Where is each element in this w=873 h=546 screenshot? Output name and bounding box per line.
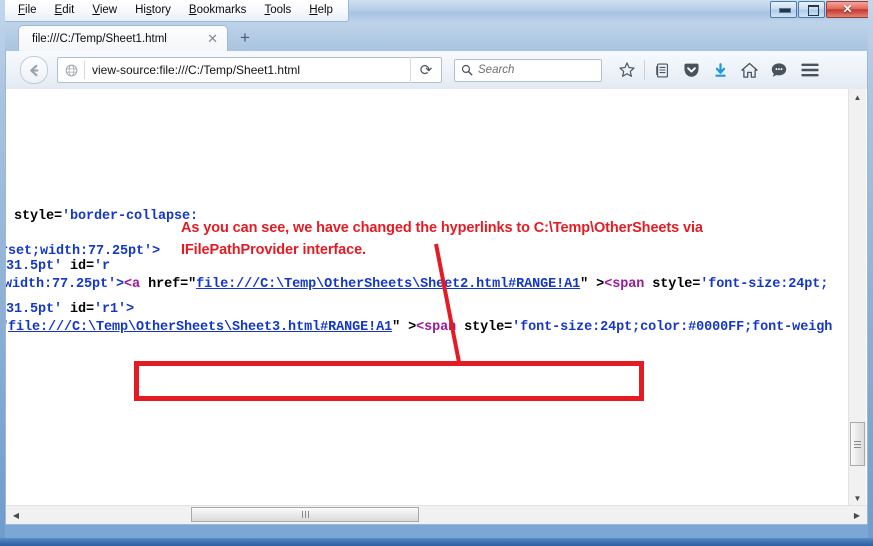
source-token: style= [464,320,512,335]
menu-item-history[interactable]: History [126,1,180,20]
toolbar-icon-group [612,55,827,85]
source-token: <span [416,320,464,335]
annotation-line-2: IFilePathProvider interface. [181,239,821,261]
window-left-border [0,0,5,546]
annotation-callout-text: As you can see, we have changed the hype… [181,217,821,261]
source-token: 'font-size:24pt;color:#0000FF;font-weigh [512,320,832,335]
scroll-up-button[interactable]: ▲ [849,89,866,106]
search-icon [461,64,473,76]
source-line: rset;width:77.25pt'> [6,244,160,259]
menu-item-edit[interactable]: Edit [46,1,84,20]
source-line: :31.5pt' id='r1'> [6,302,134,317]
source-token: style= [652,277,700,292]
menu-hamburger-icon[interactable] [793,55,827,85]
menu-item-help[interactable]: Help [300,1,342,20]
close-button[interactable]: ✕ [826,1,869,18]
minimize-icon [779,8,791,13]
source-token: style= [14,209,62,224]
menu-bar: FileEditViewHistoryBookmarksToolsHelp [5,0,349,22]
view-source-text: style='border-collapse:rset;width:77.25p… [6,89,851,507]
globe-icon [65,64,78,77]
source-token: id= [70,302,94,317]
source-line: ;width:77.25pt'><a href="file:///C:\Temp… [6,277,828,292]
vertical-scrollbar-thumb[interactable] [850,422,865,466]
home-icon[interactable] [735,55,764,85]
search-input-placeholder: Search [478,64,514,76]
tab-close-icon[interactable]: ✕ [207,33,218,45]
annotation-line-1: As you can see, we have changed the hype… [181,217,821,239]
menu-item-view[interactable]: View [83,1,126,20]
scrollbar-grip [854,439,861,450]
source-line: :31.5pt' id='r [6,259,110,274]
browser-window: FileEditViewHistoryBookmarksToolsHelp ✕ … [0,0,873,546]
maximize-button[interactable] [798,1,825,18]
pocket-icon[interactable] [677,55,706,85]
horizontal-scrollbar-thumb[interactable] [191,507,419,522]
tab-strip: file:///C:/Temp/Sheet1.html ✕ + [0,22,873,51]
tab-title: file:///C:/Temp/Sheet1.html [32,33,207,45]
maximize-icon [808,5,819,16]
source-token: " > [392,320,416,335]
source-token: " [188,277,196,292]
toolbar-divider [644,60,645,80]
source-token: <a [124,277,148,292]
window-bottom-border [0,538,873,546]
source-token: '> [108,277,124,292]
minimize-button[interactable] [770,1,797,18]
downloads-icon[interactable] [706,55,735,85]
back-button[interactable] [20,56,48,84]
address-bar[interactable]: view-source:file:///C:/Temp/Sheet1.html … [57,57,442,83]
reload-button[interactable]: ⟳ [410,57,441,83]
horizontal-scrollbar[interactable]: ◀ ▶ [6,505,867,524]
scrollbar-grip [302,511,309,518]
source-hyperlink[interactable]: file:///C:\Temp\OtherSheets\Sheet2.html#… [196,277,580,292]
scroll-left-button[interactable]: ◀ [8,507,24,523]
source-token: 'r1'> [94,302,134,317]
address-bar-text: view-source:file:///C:/Temp/Sheet1.html [92,63,410,77]
source-token: :31.5pt' [6,302,70,317]
source-token: " > [580,277,604,292]
source-hyperlink[interactable]: file:///C:\Temp\OtherSheets\Sheet3.html#… [8,320,392,335]
source-line: style='border-collapse: [14,209,198,224]
navigation-toolbar: view-source:file:///C:/Temp/Sheet1.html … [5,51,868,89]
source-token: :31.5pt' [6,259,70,274]
reader-list-icon[interactable] [648,55,677,85]
close-icon: ✕ [827,2,868,17]
source-token: <span [604,277,652,292]
menu-item-bookmarks[interactable]: Bookmarks [180,1,256,20]
chat-icon[interactable] [764,55,793,85]
bookmark-star-icon[interactable] [612,55,641,85]
browser-tab[interactable]: file:///C:/Temp/Sheet1.html ✕ [18,25,228,51]
menu-item-tools[interactable]: Tools [255,1,300,20]
address-bar-divider [84,61,85,79]
source-token: rset;width:77.25pt'> [6,244,160,259]
source-token: 'border-collapse: [62,209,198,224]
menu-item-file[interactable]: File [9,1,46,20]
search-box[interactable]: Search [454,59,602,82]
window-controls: ✕ [770,1,869,18]
window-right-border [868,0,873,546]
source-token: 'r [94,259,110,274]
back-arrow-icon [27,63,42,78]
source-line: ="file:///C:\Temp\OtherSheets\Sheet3.htm… [6,320,832,335]
vertical-scrollbar[interactable]: ▲ ▼ [848,89,866,507]
source-token: 'font-size:24pt; [700,277,828,292]
source-token: ;width:77.25pt [6,277,108,292]
source-token: href= [148,277,188,292]
new-tab-button[interactable]: + [240,30,250,46]
title-bar: FileEditViewHistoryBookmarksToolsHelp ✕ [0,0,873,22]
source-token: id= [70,259,94,274]
page-content-area: style='border-collapse:rset;width:77.25p… [5,89,868,525]
scroll-right-button[interactable]: ▶ [849,507,865,523]
